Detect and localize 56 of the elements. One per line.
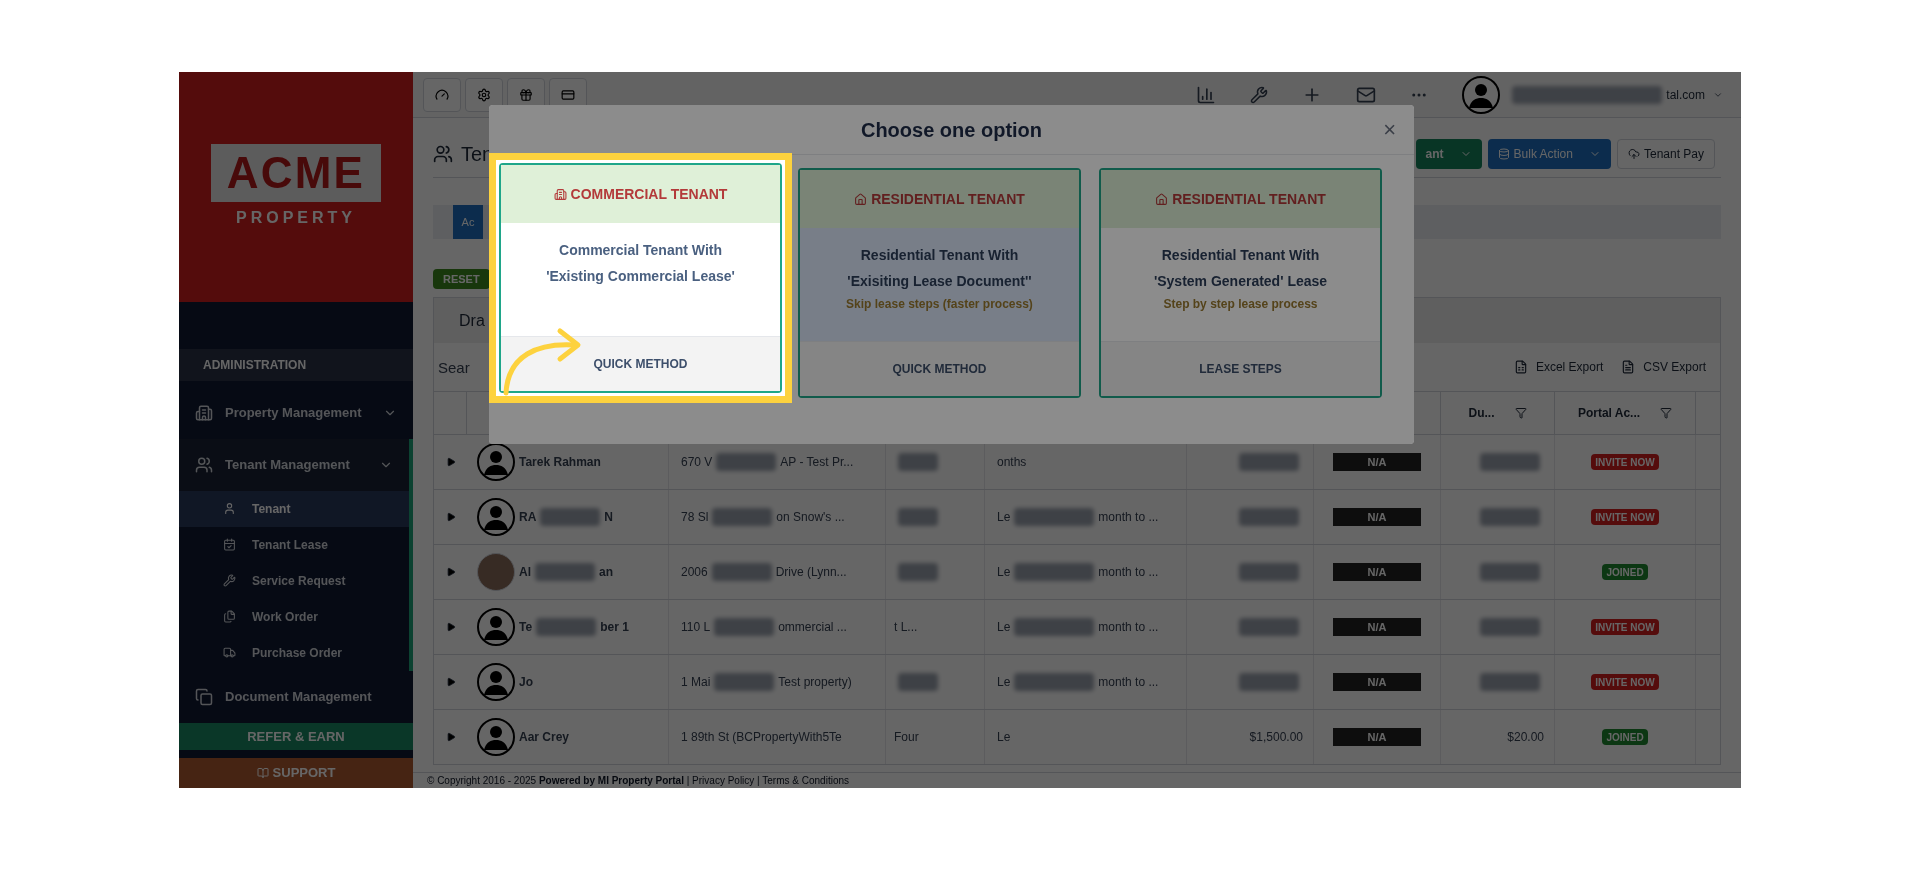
cell-text: ommercial ... (778, 619, 847, 636)
cell-text: 670 V (681, 454, 713, 471)
cell-text: Le (997, 619, 1011, 636)
logo-wordmark: ACME (210, 143, 382, 202)
card-description: Residential Tenant With (860, 246, 1019, 265)
cell-text: t L... (894, 619, 918, 636)
cell-text: an (599, 564, 613, 581)
cell-text: Drive (Lynn... (775, 564, 847, 581)
card-note: Step by step lease process (1163, 296, 1318, 313)
cell-text: Tarek Rahman (519, 454, 601, 471)
cell-text: Le (997, 564, 1011, 581)
cell-text: month to ... (1098, 509, 1159, 526)
card-note: Skip lease steps (faster process) (846, 296, 1033, 313)
status-label: N/A (1333, 728, 1421, 746)
cell-text: onths (997, 454, 1027, 471)
cell-text: 78 Sl (681, 509, 709, 526)
cell-text: month to ... (1098, 674, 1159, 691)
cell-text: ber 1 (600, 619, 629, 636)
cell-text: AP - Test Pr... (780, 454, 854, 471)
logo-tagline: PROPERTY (236, 207, 356, 228)
cell-text: Le (997, 674, 1011, 691)
cell-text: month to ... (1098, 619, 1159, 636)
card-description: 'Existing Commercial Lease' (546, 267, 735, 286)
cell-text: 110 L (681, 619, 711, 636)
cell-text: Jo (519, 674, 533, 691)
status-label: N/A (1333, 508, 1421, 526)
cell-text: $1,500.00 (1249, 729, 1303, 746)
status-label: N/A (1333, 563, 1421, 581)
card-description: Residential Tenant With (1161, 246, 1320, 265)
cell-text: 1 Mai (681, 674, 711, 691)
card-description: 'Exisiting Lease Document'' (847, 272, 1032, 291)
status-label: N/A (1333, 673, 1421, 691)
cell-text: Al (519, 564, 531, 581)
modal-title: Choose one option (860, 117, 1043, 143)
card-title: RESIDENTIAL TENANT (871, 189, 1025, 209)
cell-text: Four (894, 729, 919, 746)
status-label: N/A (1333, 618, 1421, 636)
cell-text: 2006 (681, 564, 708, 581)
card-description: Commercial Tenant With (559, 241, 722, 260)
card-title: RESIDENTIAL TENANT (1172, 189, 1326, 209)
cell-text: Aar Crey (519, 729, 570, 746)
status-label: N/A (1333, 453, 1421, 471)
cell-text: 1 89th St (BCPropertyWith5Te (681, 729, 842, 746)
card-description: 'System Generated' Lease (1153, 272, 1328, 291)
cell-text: $20.00 (1507, 729, 1544, 746)
section-header: ADMINISTRATION (179, 349, 413, 381)
cell-text: Te (519, 619, 533, 636)
card-title: COMMERCIAL TENANT (570, 184, 728, 204)
cell-text: on Snow's ... (776, 509, 845, 526)
cell-text: month to ... (1098, 564, 1159, 581)
footer-text: © Copyright 2016 - 2025 Powered by MI Property Portal | Privacy Policy | Terms & Conditions (427, 774, 849, 788)
cell-text: Test property) (778, 674, 852, 691)
cell-text: Le (997, 509, 1011, 526)
cell-text: Le (997, 729, 1011, 746)
cell-text: RA (519, 509, 537, 526)
cell-text: N (604, 509, 613, 526)
